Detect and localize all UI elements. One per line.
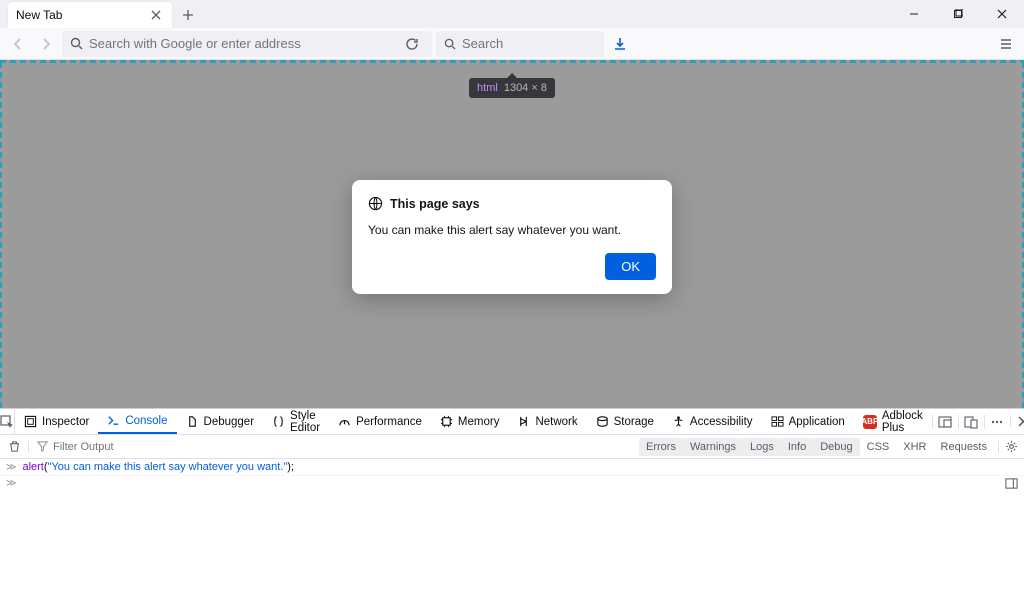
minimize-button[interactable] xyxy=(892,0,936,28)
chip-logs[interactable]: Logs xyxy=(743,438,781,456)
tooltip-dims: 1304 × 8 xyxy=(504,82,547,94)
prompt-icon: ≫ xyxy=(6,462,16,473)
browser-tab[interactable]: New Tab xyxy=(8,2,172,28)
search-icon xyxy=(70,37,83,50)
chip-warnings[interactable]: Warnings xyxy=(683,438,743,456)
chip-debug[interactable]: Debug xyxy=(813,438,859,456)
app-menu-button[interactable] xyxy=(994,32,1018,56)
devtools-tabs: Inspector Console Debugger Style Editor … xyxy=(0,409,1024,435)
tab-network[interactable]: Network xyxy=(508,409,586,434)
adblock-icon: ABP xyxy=(863,415,877,429)
filter-input-wrap[interactable] xyxy=(28,441,639,453)
maximize-button[interactable] xyxy=(936,0,980,28)
alert-dialog: This page says You can make this alert s… xyxy=(352,180,672,294)
chip-errors[interactable]: Errors xyxy=(639,438,683,456)
accessibility-icon xyxy=(672,415,685,428)
alert-ok-button[interactable]: OK xyxy=(605,253,656,280)
clear-console-button[interactable] xyxy=(0,440,28,453)
style-editor-icon xyxy=(272,415,285,428)
tab-inspector[interactable]: Inspector xyxy=(15,409,98,434)
funnel-icon xyxy=(37,441,48,452)
tab-application[interactable]: Application xyxy=(762,409,854,434)
close-window-button[interactable] xyxy=(980,0,1024,28)
chip-info[interactable]: Info xyxy=(781,438,813,456)
chip-css[interactable]: CSS xyxy=(860,438,897,456)
downloads-button[interactable] xyxy=(608,32,632,56)
forward-button[interactable] xyxy=(34,32,58,56)
tab-console[interactable]: Console xyxy=(98,409,176,434)
console-icon xyxy=(107,414,120,427)
network-icon xyxy=(517,415,530,428)
console-code: alert("You can make this alert say whate… xyxy=(22,461,294,473)
alert-title: This page says xyxy=(390,197,480,211)
performance-icon xyxy=(338,415,351,428)
search-icon xyxy=(444,38,456,50)
inspector-icon xyxy=(24,415,37,428)
tab-performance[interactable]: Performance xyxy=(329,409,431,434)
chip-requests[interactable]: Requests xyxy=(934,438,994,456)
nav-bar xyxy=(0,28,1024,60)
inspector-highlight xyxy=(0,60,1024,63)
url-input[interactable] xyxy=(89,36,394,51)
tab-title: New Tab xyxy=(16,8,140,22)
chip-xhr[interactable]: XHR xyxy=(896,438,933,456)
tab-adblock[interactable]: ABPAdblock Plus xyxy=(854,409,932,434)
devtools-panel: Inspector Console Debugger Style Editor … xyxy=(0,408,1024,603)
devtools-close-button[interactable] xyxy=(1010,416,1024,427)
back-button[interactable] xyxy=(6,32,30,56)
inspector-highlight xyxy=(0,60,2,408)
console-filter-bar: Errors Warnings Logs Info Debug CSS XHR … xyxy=(0,435,1024,459)
console-line: ≫ alert("You can make this alert say wha… xyxy=(0,459,1024,476)
responsive-mode-button[interactable] xyxy=(958,415,984,429)
close-tab-icon[interactable] xyxy=(148,7,164,23)
devtools-more-button[interactable] xyxy=(984,415,1010,429)
tab-storage[interactable]: Storage xyxy=(587,409,663,434)
tab-strip: New Tab xyxy=(0,0,1024,28)
window-controls xyxy=(892,0,1024,28)
console-settings-button[interactable] xyxy=(998,440,1024,453)
search-bar[interactable] xyxy=(436,31,604,57)
console-input-line[interactable]: ≫ xyxy=(0,476,1024,491)
alert-message: You can make this alert say whatever you… xyxy=(368,223,656,237)
globe-icon xyxy=(368,196,383,211)
filter-input[interactable] xyxy=(53,441,639,453)
memory-icon xyxy=(440,415,453,428)
console-output: ≫ alert("You can make this alert say wha… xyxy=(0,459,1024,603)
tab-style-editor[interactable]: Style Editor xyxy=(263,409,329,434)
filter-chips: Errors Warnings Logs Info Debug CSS XHR … xyxy=(639,438,998,456)
new-tab-button[interactable] xyxy=(180,7,196,23)
tab-accessibility[interactable]: Accessibility xyxy=(663,409,762,434)
iframe-picker-button[interactable] xyxy=(932,415,958,429)
element-dimensions-tooltip: html 1304 × 8 xyxy=(469,78,555,98)
reload-button[interactable] xyxy=(400,32,424,56)
tab-debugger[interactable]: Debugger xyxy=(177,409,264,434)
page-content: html 1304 × 8 This page says You can mak… xyxy=(0,60,1024,408)
url-bar[interactable] xyxy=(62,31,432,57)
element-picker-button[interactable] xyxy=(0,409,15,434)
split-panel-button[interactable] xyxy=(1005,477,1018,490)
debugger-icon xyxy=(186,415,199,428)
tab-memory[interactable]: Memory xyxy=(431,409,509,434)
application-icon xyxy=(771,415,784,428)
storage-icon xyxy=(596,415,609,428)
prompt-icon: ≫ xyxy=(6,478,16,489)
tooltip-tag: html xyxy=(477,82,498,94)
